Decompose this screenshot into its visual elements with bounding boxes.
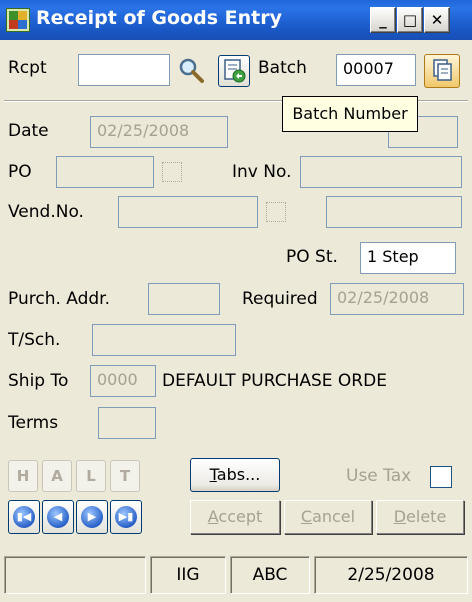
accept-hotkey: A bbox=[207, 507, 219, 526]
first-record-icon: ▮◀ bbox=[13, 506, 35, 528]
status-bar-cell-1 bbox=[4, 556, 146, 594]
use-tax-label: Use Tax bbox=[346, 466, 412, 486]
last-record-icon: ▶▮ bbox=[115, 506, 137, 528]
title-bar[interactable]: Receipt of Goods Entry _ □ ✕ bbox=[0, 0, 472, 40]
terms-label: Terms bbox=[8, 413, 59, 433]
a-button[interactable]: A bbox=[42, 460, 72, 492]
maximize-button[interactable]: □ bbox=[397, 7, 423, 33]
window-title: Receipt of Goods Entry bbox=[36, 7, 282, 29]
cancel-label: ancel bbox=[312, 507, 356, 526]
first-record-button[interactable]: ▮◀ bbox=[8, 500, 40, 534]
accept-label: ccept bbox=[218, 507, 263, 526]
delete-label: elete bbox=[406, 507, 447, 526]
receipt-of-goods-window: Receipt of Goods Entry _ □ ✕ Rcpt Batch … bbox=[0, 0, 472, 602]
batch-lookup-icon[interactable] bbox=[424, 54, 460, 88]
po-number-field[interactable] bbox=[56, 156, 154, 188]
delete-hotkey: D bbox=[393, 507, 407, 526]
next-record-icon: ▶ bbox=[81, 506, 103, 528]
batch-number-tooltip: Batch Number bbox=[282, 96, 418, 132]
receipt-number-input[interactable] bbox=[78, 54, 170, 86]
ship-to-label: Ship To bbox=[8, 371, 69, 391]
purchase-address-field[interactable] bbox=[148, 283, 220, 315]
vendor-name-field[interactable] bbox=[326, 196, 462, 228]
receipt-label: Rcpt bbox=[8, 58, 47, 78]
l-button[interactable]: L bbox=[76, 460, 106, 492]
batch-icon[interactable] bbox=[218, 55, 250, 87]
po-steps-select[interactable]: 1 Step bbox=[360, 242, 456, 274]
t-button[interactable]: T bbox=[110, 460, 140, 492]
required-date-label: Required bbox=[242, 289, 318, 309]
tabs-button[interactable]: Tabs... bbox=[190, 458, 280, 492]
previous-record-icon: ◀ bbox=[47, 506, 69, 528]
h-button[interactable]: H bbox=[8, 460, 38, 492]
ship-to-code-field[interactable]: 0000 bbox=[90, 365, 156, 397]
invoice-number-label: Inv No. bbox=[232, 162, 292, 182]
vendor-number-field[interactable] bbox=[118, 196, 258, 228]
next-record-button[interactable]: ▶ bbox=[76, 500, 108, 534]
magnifier-icon[interactable] bbox=[176, 56, 206, 86]
cancel-hotkey: C bbox=[300, 507, 313, 526]
invoice-number-field[interactable] bbox=[300, 156, 462, 188]
vendor-lookup-icon[interactable] bbox=[266, 202, 286, 222]
minimize-button[interactable]: _ bbox=[370, 7, 396, 33]
cancel-button[interactable]: Cancel bbox=[284, 500, 372, 534]
required-date-field[interactable]: 02/25/2008 bbox=[330, 283, 464, 315]
status-bar-user: ABC bbox=[230, 556, 310, 594]
batch-number-input[interactable]: 00007 bbox=[336, 54, 416, 86]
purchase-address-label: Purch. Addr. bbox=[8, 289, 111, 309]
tabs-hotkey: T bbox=[209, 465, 217, 484]
use-tax-checkbox[interactable] bbox=[430, 466, 452, 488]
date-field[interactable]: 02/25/2008 bbox=[90, 116, 228, 148]
accept-button[interactable]: Accept bbox=[190, 500, 280, 534]
app-icon bbox=[6, 8, 30, 32]
delete-button[interactable]: Delete bbox=[376, 500, 464, 534]
po-steps-label: PO St. bbox=[286, 247, 338, 267]
tax-schedule-field[interactable] bbox=[92, 324, 236, 356]
close-button[interactable]: ✕ bbox=[424, 7, 450, 33]
status-bar-date: 2/25/2008 bbox=[314, 556, 468, 594]
status-bar-company: IIG bbox=[150, 556, 226, 594]
batch-label: Batch bbox=[258, 58, 307, 78]
tax-schedule-label: T/Sch. bbox=[8, 330, 61, 350]
terms-field[interactable] bbox=[98, 407, 156, 439]
po-lookup-icon[interactable] bbox=[162, 162, 182, 182]
tabs-label: abs... bbox=[216, 465, 261, 484]
previous-record-button[interactable]: ◀ bbox=[42, 500, 74, 534]
po-label: PO bbox=[8, 162, 32, 182]
last-record-button[interactable]: ▶▮ bbox=[110, 500, 142, 534]
vendor-number-label: Vend.No. bbox=[8, 202, 84, 222]
ship-to-description: DEFAULT PURCHASE ORDE bbox=[162, 371, 387, 391]
date-label: Date bbox=[8, 121, 49, 141]
